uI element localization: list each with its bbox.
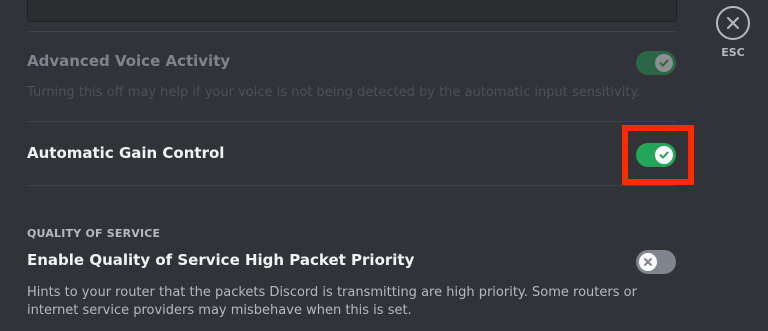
check-icon — [659, 59, 669, 67]
close-button[interactable] — [716, 6, 750, 40]
qos-high-packet-priority-description: Hints to your router that the packets Di… — [27, 285, 637, 318]
toggle-knob — [639, 253, 657, 271]
divider — [27, 121, 677, 122]
advanced-voice-activity-description: Turning this off may help if your voice … — [27, 85, 641, 100]
voice-settings-page: Advanced Voice Activity Turning this off… — [0, 0, 768, 331]
input-panel — [27, 0, 677, 22]
highlight-box — [622, 125, 694, 185]
advanced-voice-activity-toggle[interactable] — [636, 51, 676, 75]
qos-high-packet-priority-toggle[interactable] — [636, 250, 676, 274]
automatic-gain-control-label: Automatic Gain Control — [27, 144, 225, 162]
advanced-voice-activity-label: Advanced Voice Activity — [27, 52, 231, 70]
divider — [27, 31, 677, 32]
quality-of-service-header: QUALITY OF SERVICE — [27, 227, 161, 240]
qos-high-packet-priority-label: Enable Quality of Service High Packet Pr… — [27, 251, 415, 269]
divider — [27, 185, 677, 186]
toggle-knob — [655, 54, 673, 72]
esc-label: ESC — [721, 46, 745, 59]
close-icon — [727, 17, 739, 29]
x-icon — [644, 258, 652, 266]
